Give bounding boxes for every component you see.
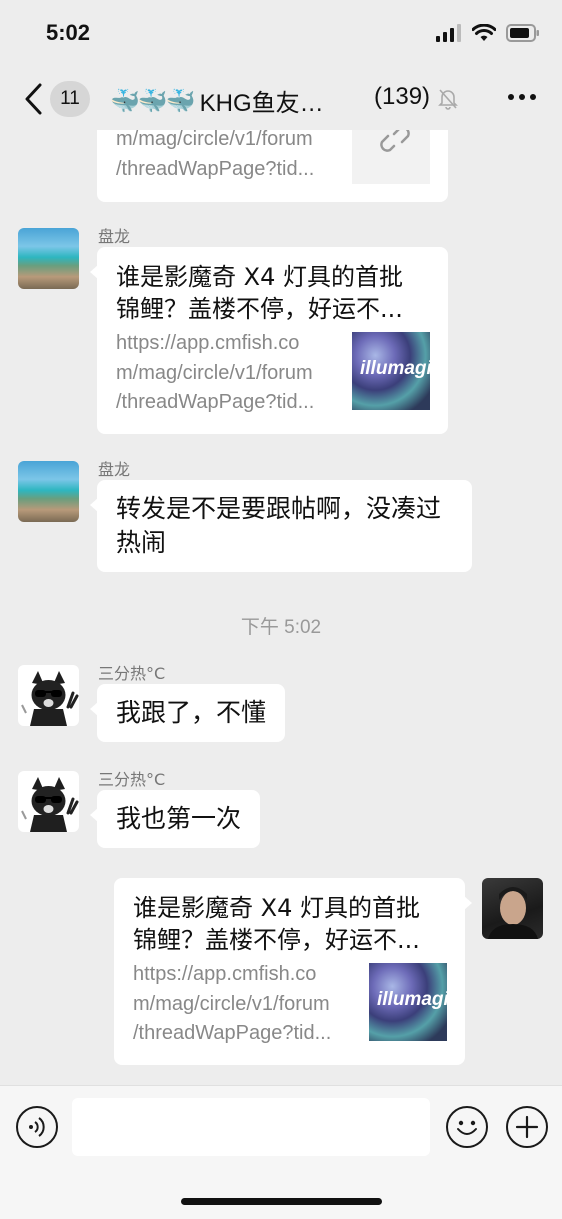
dog-avatar-image (21, 671, 79, 726)
emoji-icon (457, 1120, 477, 1135)
link-card-message[interactable]: m/mag/circle/v1/forum /threadWapPage?tid… (97, 130, 448, 202)
status-bar: 5:02 (0, 0, 562, 70)
sender-name: 三分热°C (98, 770, 166, 789)
link-thumbnail: illumagic (352, 332, 430, 410)
text-message[interactable]: 我跟了，不懂 (90, 684, 286, 742)
link-thumbnail (352, 130, 430, 184)
message-text: 我也第一次 (116, 804, 242, 833)
plus-icon (515, 1115, 539, 1139)
link-title: 谁是影魔奇 X4 灯具的首批锦鲤？盖楼不停，好运不... (133, 894, 420, 954)
back-button[interactable] (22, 82, 46, 116)
message-text: 我跟了，不懂 (116, 698, 267, 727)
link-card-message[interactable]: 谁是影魔奇 X4 灯具的首批锦鲤？盖楼不停，好运不... https://app… (90, 247, 448, 434)
home-indicator (181, 1198, 382, 1205)
plus-button[interactable] (506, 1106, 548, 1148)
thumbnail-text: illumagic (377, 989, 447, 1010)
bell-muted-icon (438, 89, 458, 110)
link-url: https://app.cmfish.co m/mag/circle/v1/fo… (116, 332, 315, 413)
sender-name: 盘龙 (98, 460, 131, 479)
group-name: KHG鱼友… (199, 90, 324, 117)
sender-name: 三分热°C (98, 664, 166, 683)
title-emoji: 🐳🐳🐳 (110, 86, 196, 115)
avatar[interactable] (18, 665, 79, 726)
member-count: (139) (374, 83, 431, 110)
avatar[interactable] (482, 878, 543, 939)
status-time: 5:02 (46, 20, 91, 45)
dog-avatar-image (21, 777, 79, 832)
thumbnail-text: illumagic (360, 358, 430, 379)
wifi-icon (472, 24, 496, 41)
cellular-signal-icon (436, 24, 461, 42)
voice-button[interactable] (16, 1106, 58, 1148)
link-title: 谁是影魔奇 X4 灯具的首批锦鲤？盖楼不停，好运不... (116, 263, 403, 323)
chat-title[interactable]: 🐳🐳🐳 KHG鱼友… (110, 83, 324, 118)
battery-icon (506, 24, 539, 42)
avatar[interactable] (18, 771, 79, 832)
emoji-button[interactable] (446, 1106, 488, 1148)
more-options-button[interactable] (508, 94, 536, 100)
status-icons (436, 24, 540, 42)
message-input[interactable] (72, 1098, 430, 1156)
voice-icon (29, 1117, 45, 1137)
link-url: https://app.cmfish.co m/mag/circle/v1/fo… (133, 963, 332, 1044)
link-url: m/mag/circle/v1/forum /threadWapPage?tid… (116, 130, 315, 180)
avatar[interactable] (18, 461, 79, 522)
text-message[interactable]: 我也第一次 (90, 790, 261, 848)
chevron-left-icon (25, 83, 42, 115)
sender-name: 盘龙 (98, 227, 131, 246)
chat-header: 11 🐳🐳🐳 KHG鱼友… (139) (0, 70, 562, 130)
link-thumbnail: illumagic (369, 963, 447, 1041)
message-list[interactable]: m/mag/circle/v1/forum /threadWapPage?tid… (0, 130, 562, 1085)
unread-count-badge[interactable]: 11 (50, 81, 90, 117)
link-card-message[interactable]: 谁是影魔奇 X4 灯具的首批锦鲤？盖楼不停，好运不... https://app… (114, 878, 472, 1065)
link-icon (380, 130, 410, 152)
message-text: 转发是不是要跟帖啊，没凑过热闹 (116, 494, 442, 557)
text-message[interactable]: 转发是不是要跟帖啊，没凑过热闹 (90, 480, 472, 572)
avatar[interactable] (18, 228, 79, 289)
timestamp: 下午 5:02 (240, 617, 322, 638)
user-avatar-image (488, 887, 538, 939)
